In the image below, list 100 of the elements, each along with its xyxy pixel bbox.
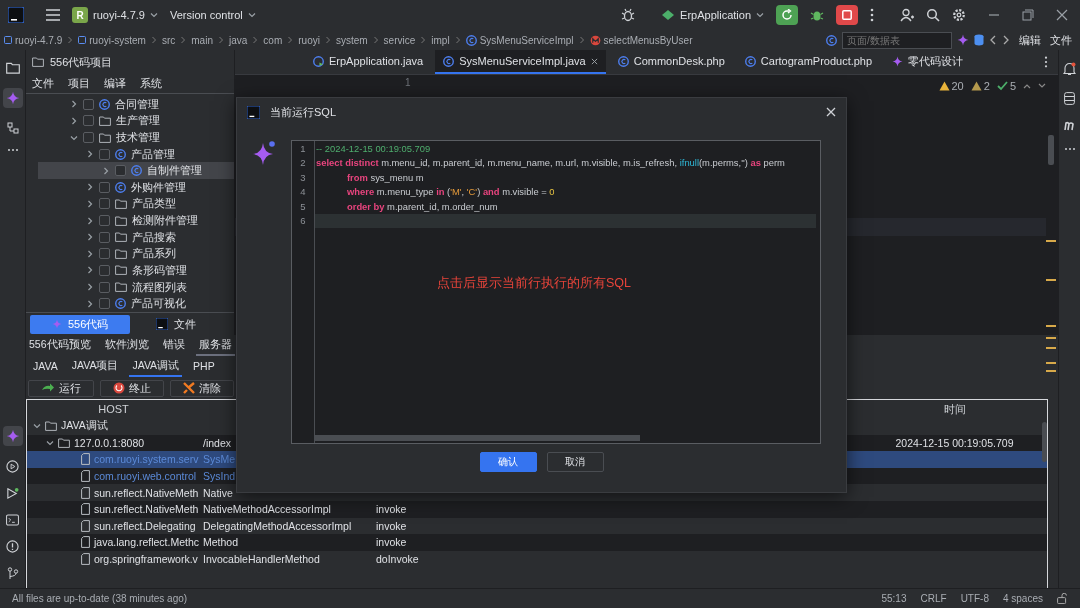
- status-item[interactable]: CRLF: [920, 593, 947, 604]
- close-icon[interactable]: [1056, 9, 1068, 21]
- checkbox[interactable]: [99, 181, 110, 193]
- chevron-up-icon[interactable]: [1023, 83, 1031, 89]
- ai-tool-button[interactable]: [2, 88, 23, 108]
- settings-icon[interactable]: [952, 8, 966, 22]
- confirm-button[interactable]: 确认: [479, 452, 537, 472]
- maven-icon[interactable]: [1062, 121, 1077, 131]
- database-icon[interactable]: [974, 34, 984, 46]
- chevron-down-icon[interactable]: [247, 11, 256, 19]
- sub-tab[interactable]: JAVA调试: [129, 356, 183, 377]
- panel-tab[interactable]: 软件浏览: [101, 335, 152, 356]
- more-icon[interactable]: [1063, 147, 1076, 151]
- panel-tab[interactable]: 文件: [144, 314, 209, 334]
- checkbox[interactable]: [83, 132, 94, 143]
- tree-item[interactable]: 产品管理: [26, 145, 234, 163]
- stop-button[interactable]: [836, 5, 858, 25]
- user-icon[interactable]: [900, 8, 914, 22]
- toolbar-button[interactable]: 终止: [100, 379, 164, 397]
- cancel-button[interactable]: 取消: [546, 452, 604, 472]
- chevron-down-icon[interactable]: [150, 11, 158, 19]
- status-item[interactable]: 4 spaces: [1002, 593, 1043, 604]
- checkbox[interactable]: [99, 215, 110, 227]
- tree-item[interactable]: 合同管理: [26, 96, 234, 113]
- more-icon[interactable]: [6, 148, 19, 152]
- debug-icon[interactable]: [6, 487, 19, 500]
- breadcrumb-item[interactable]: selectMenusByUser: [589, 34, 693, 46]
- tree-item[interactable]: 检测附件管理: [26, 212, 234, 229]
- breadcrumb-item[interactable]: system: [335, 34, 368, 46]
- checkbox[interactable]: [99, 264, 110, 276]
- checkbox[interactable]: [99, 248, 110, 260]
- app-logo-icon[interactable]: [8, 7, 24, 23]
- editor-tab[interactable]: CommonDesk.php: [609, 50, 733, 74]
- tree-item[interactable]: 产品搜索: [26, 228, 234, 246]
- sub-tab[interactable]: JAVA: [30, 357, 61, 376]
- breadcrumb-item[interactable]: ruoyi-system: [78, 34, 146, 46]
- breadcrumb-item[interactable]: src: [161, 34, 176, 46]
- checkbox[interactable]: [99, 231, 110, 243]
- editor-tab[interactable]: SysMenuServiceImpl.java: [435, 50, 606, 74]
- close-icon[interactable]: [826, 107, 836, 117]
- checkbox[interactable]: [83, 98, 94, 110]
- menu-item[interactable]: 系统: [140, 76, 162, 91]
- menu-item[interactable]: 文件: [32, 76, 54, 91]
- table-row[interactable]: java.lang.reflect.Methc Method invoke: [27, 534, 1047, 551]
- status-item[interactable]: UTF-8: [960, 593, 989, 604]
- lock-icon[interactable]: [1057, 593, 1068, 604]
- scrollbar[interactable]: [1042, 422, 1047, 462]
- run-configuration-selector[interactable]: ErpApplication: [661, 9, 764, 21]
- breadcrumb-item[interactable]: SysMenuServiceImpl: [465, 34, 574, 46]
- menu-icon[interactable]: [46, 9, 60, 21]
- tree-item[interactable]: 自制件管理: [38, 162, 234, 180]
- scrollbar[interactable]: [315, 435, 640, 441]
- menu-item[interactable]: 编译: [104, 76, 126, 91]
- tree-item[interactable]: 外购件管理: [26, 179, 234, 196]
- column-header[interactable]: 时间: [862, 401, 1047, 417]
- checkbox[interactable]: [99, 148, 110, 160]
- close-icon[interactable]: [590, 57, 598, 65]
- toolbar-button[interactable]: 清除: [170, 379, 234, 397]
- chevron-down-icon[interactable]: [70, 133, 78, 142]
- bell-icon[interactable]: [1063, 62, 1076, 76]
- search-icon[interactable]: [926, 8, 940, 22]
- problems-icon[interactable]: [6, 540, 19, 553]
- chevron-down-icon[interactable]: [756, 11, 764, 19]
- inspection-count[interactable]: 5: [996, 80, 1016, 92]
- panel-tab[interactable]: 服务器: [195, 335, 235, 356]
- chevron-down-icon[interactable]: [1038, 83, 1046, 89]
- sql-editor[interactable]: [291, 140, 821, 444]
- run-icon[interactable]: [6, 460, 19, 473]
- tree-item[interactable]: 流程图列表: [26, 278, 234, 296]
- menu-item[interactable]: 项目: [68, 76, 90, 91]
- breadcrumb-item[interactable]: ruoyi-4.7.9: [4, 34, 63, 46]
- terminal-icon[interactable]: [6, 514, 19, 526]
- tree-item[interactable]: 产品系列: [26, 245, 234, 263]
- inspection-count[interactable]: 2: [970, 80, 990, 92]
- more-options-icon[interactable]: [1044, 56, 1048, 68]
- restore-icon[interactable]: [1022, 9, 1034, 21]
- panel-tab[interactable]: 556代码: [30, 314, 131, 334]
- checkbox[interactable]: [99, 298, 110, 310]
- project-selector[interactable]: R ruoyi-4.7.9: [72, 7, 158, 23]
- back-icon[interactable]: [989, 35, 997, 45]
- tree-item[interactable]: 技术管理: [26, 129, 234, 146]
- panel-tab[interactable]: 错误: [159, 335, 188, 356]
- database-icon[interactable]: [1064, 92, 1075, 105]
- more-options-icon[interactable]: [870, 8, 874, 22]
- breadcrumb-item[interactable]: java: [228, 34, 248, 46]
- status-item[interactable]: 55:13: [881, 593, 907, 604]
- version-control-menu[interactable]: Version control: [170, 9, 256, 21]
- breadcrumb-item[interactable]: main: [191, 34, 213, 46]
- rerun-button[interactable]: [776, 5, 798, 25]
- tree-item[interactable]: 产品可视化: [26, 295, 234, 312]
- editor-tab[interactable]: 零代码设计: [884, 50, 972, 74]
- sub-tab[interactable]: JAVA项目: [68, 356, 122, 377]
- checkbox[interactable]: [99, 198, 110, 210]
- breadcrumb-item[interactable]: com: [263, 34, 283, 46]
- folder-icon[interactable]: [5, 62, 20, 74]
- sub-tab[interactable]: PHP: [190, 357, 218, 376]
- breadcrumb-item[interactable]: service: [383, 34, 416, 46]
- editor-tab[interactable]: ErpApplication.java: [305, 50, 432, 74]
- ai-tool-button[interactable]: [2, 426, 23, 446]
- breadcrumb-item[interactable]: impl: [431, 34, 450, 46]
